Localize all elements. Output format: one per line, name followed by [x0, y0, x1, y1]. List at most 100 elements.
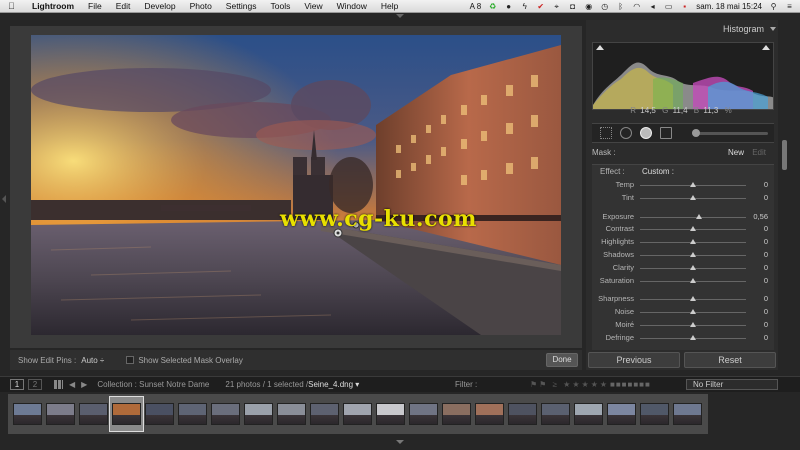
filmstrip-thumbnail[interactable] — [671, 397, 704, 431]
graduated-filter-icon[interactable] — [660, 127, 672, 139]
camera-icon[interactable]: ◘ — [568, 2, 577, 11]
filmstrip-thumbnail[interactable] — [44, 397, 77, 431]
filmstrip-thumbnail[interactable] — [440, 397, 473, 431]
slider-value[interactable]: 0 — [764, 293, 768, 306]
filmstrip-thumbnail[interactable] — [605, 397, 638, 431]
filmstrip-thumbnail[interactable] — [473, 397, 506, 431]
volume-icon[interactable]: ◂ — [648, 2, 657, 11]
mask-new-button[interactable]: New — [728, 148, 744, 157]
filmstrip-thumbnail[interactable] — [341, 397, 374, 431]
slider-value[interactable]: 0 — [764, 319, 768, 332]
drop-icon[interactable]: ● — [504, 2, 513, 11]
spot-removal-icon[interactable] — [620, 127, 632, 139]
slider-thumb[interactable] — [690, 334, 696, 340]
eye-icon[interactable]: ◉ — [584, 2, 593, 11]
slider-track[interactable] — [640, 216, 746, 218]
menu-file[interactable]: File — [88, 1, 102, 11]
wifi-icon[interactable]: ◠ — [632, 2, 641, 11]
menu-settings[interactable]: Settings — [226, 1, 257, 11]
slider-thumb[interactable] — [690, 277, 696, 283]
filmstrip-thumbnail[interactable] — [242, 397, 275, 431]
slider-value[interactable]: 0 — [764, 262, 768, 275]
filmstrip-thumbnail[interactable] — [109, 396, 144, 432]
display-2-button[interactable]: 2 — [28, 379, 42, 390]
filmstrip-thumbnail[interactable] — [176, 397, 209, 431]
slider-value[interactable]: 0 — [764, 332, 768, 345]
menu-view[interactable]: View — [304, 1, 322, 11]
slider-value[interactable]: 0 — [764, 306, 768, 319]
filmstrip-thumbnail[interactable] — [275, 397, 308, 431]
rating-filter-stars[interactable]: ⚑⚑ ≥ ★★★★★ — [530, 380, 609, 389]
slider-value[interactable]: 0 — [764, 223, 768, 236]
filmstrip-thumbnail[interactable] — [77, 397, 110, 431]
crop-tool-icon[interactable] — [600, 127, 612, 139]
done-button[interactable]: Done — [546, 353, 578, 367]
image-canvas[interactable]: www.cg-ku.com — [10, 26, 582, 348]
apple-icon[interactable]:  — [8, 1, 20, 11]
mask-edit-button[interactable]: Edit — [752, 148, 766, 157]
battery-icon[interactable]: ▭ — [664, 2, 673, 11]
mask-overlay-checkbox[interactable] — [126, 356, 135, 364]
slider-thumb[interactable] — [690, 226, 696, 232]
red-eye-icon[interactable] — [640, 127, 652, 139]
bottom-panel-toggle-icon[interactable] — [396, 440, 404, 444]
back-arrow-icon[interactable]: ◀ — [69, 380, 75, 389]
slider-thumb[interactable] — [690, 296, 696, 302]
slider-defringe[interactable]: Defringe 0 — [592, 332, 774, 345]
filmstrip-thumbnail[interactable] — [572, 397, 605, 431]
list-icon[interactable]: ≡ — [785, 2, 794, 11]
menu-window[interactable]: Window — [337, 1, 367, 11]
highlight-clipping-icon[interactable] — [762, 45, 770, 50]
slider-thumb[interactable] — [690, 239, 696, 245]
filmstrip-thumbnail[interactable] — [209, 397, 242, 431]
display-1-button[interactable]: 1 — [10, 379, 24, 390]
bluetooth-icon[interactable]: ᛒ — [616, 2, 625, 11]
filmstrip-thumbnail[interactable] — [506, 397, 539, 431]
slider-thumb[interactable] — [690, 251, 696, 257]
selected-filename[interactable]: Seine_4.dng ▾ — [308, 380, 359, 389]
pin-icon[interactable]: ⌖ — [552, 2, 561, 11]
filter-preset-dropdown[interactable]: No Filter — [686, 379, 778, 390]
slider-thumb[interactable] — [696, 213, 703, 219]
flag-icon[interactable]: ▪ — [680, 2, 689, 11]
slider-exposure[interactable]: Exposure 0,56 — [592, 211, 774, 224]
collapse-triangle-icon[interactable] — [770, 27, 776, 31]
slider-temp[interactable]: Temp 0 — [592, 179, 774, 192]
grid-view-icon[interactable] — [54, 380, 63, 389]
clock-icon[interactable]: ◷ — [600, 2, 609, 11]
collection-source[interactable]: Collection : Sunset Notre Dame — [97, 380, 209, 389]
menu-tools[interactable]: Tools — [271, 1, 291, 11]
top-panel-toggle-icon[interactable] — [396, 14, 404, 18]
show-edit-pins-dropdown[interactable]: Auto ÷ — [81, 356, 104, 365]
slider-noise[interactable]: Noise 0 — [592, 306, 774, 319]
slider-clarity[interactable]: Clarity 0 — [592, 262, 774, 275]
slider-thumb[interactable] — [690, 321, 696, 327]
slider-value[interactable]: 0,56 — [753, 211, 768, 224]
menu-photo[interactable]: Photo — [190, 1, 212, 11]
slider-value[interactable]: 0 — [764, 249, 768, 262]
histogram[interactable] — [592, 42, 774, 110]
histogram-header[interactable]: Histogram — [586, 24, 778, 38]
slider-moir[interactable]: Moiré 0 — [592, 319, 774, 332]
filmstrip-thumbnail[interactable] — [638, 397, 671, 431]
shadow-clipping-icon[interactable] — [596, 45, 604, 50]
previous-button[interactable]: Previous — [588, 352, 680, 368]
bolt-icon[interactable]: ϟ — [520, 2, 529, 11]
filmstrip-thumbnail[interactable] — [308, 397, 341, 431]
panel-scrollbar[interactable] — [782, 140, 787, 170]
slider-sharpness[interactable]: Sharpness 0 — [592, 293, 774, 306]
slider-value[interactable]: 0 — [764, 179, 768, 192]
menu-edit[interactable]: Edit — [116, 1, 131, 11]
forward-arrow-icon[interactable]: ▶ — [81, 380, 87, 389]
menu-help[interactable]: Help — [381, 1, 398, 11]
menu-app-lightroom[interactable]: Lightroom — [32, 1, 74, 11]
filmstrip-thumbnail[interactable] — [11, 397, 44, 431]
menu-develop[interactable]: Develop — [144, 1, 175, 11]
search-icon[interactable]: ⚲ — [769, 2, 778, 11]
slider-shadows[interactable]: Shadows 0 — [592, 249, 774, 262]
filmstrip-thumbnail[interactable] — [143, 397, 176, 431]
slider-highlights[interactable]: Highlights 0 — [592, 236, 774, 249]
slider-tint[interactable]: Tint 0 — [592, 192, 774, 205]
slider-saturation[interactable]: Saturation 0 — [592, 275, 774, 288]
filmstrip-thumbnail[interactable] — [374, 397, 407, 431]
